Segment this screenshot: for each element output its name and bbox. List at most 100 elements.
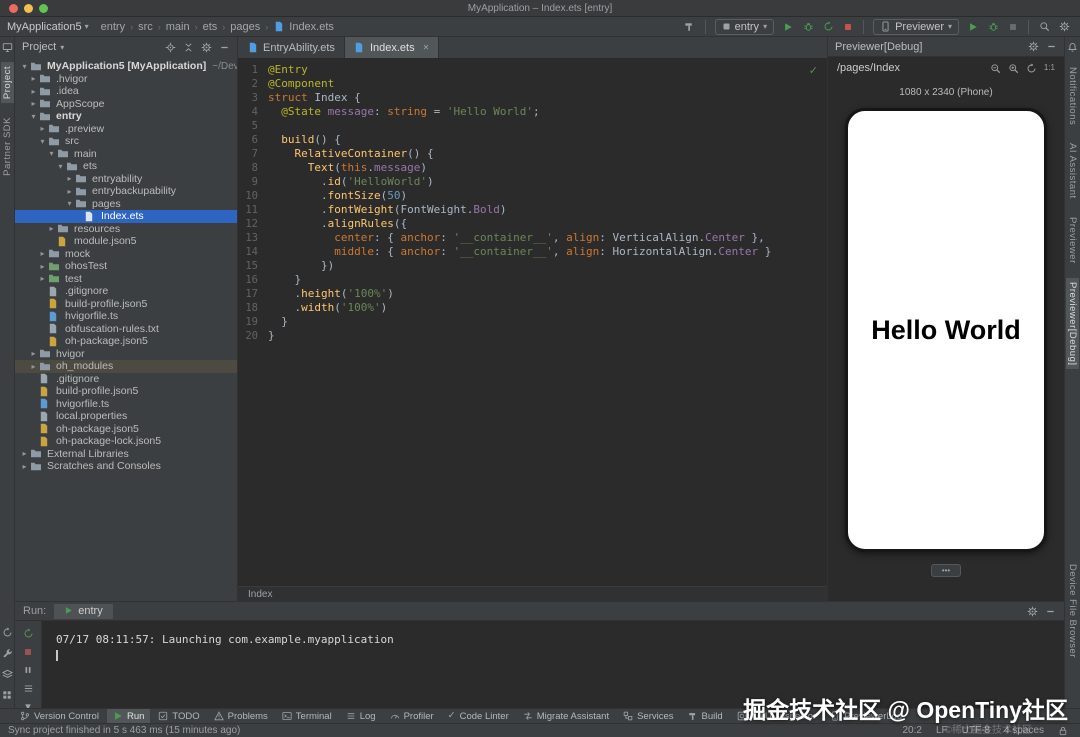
restart-app-button[interactable] (819, 18, 837, 36)
previewer-settings-icon[interactable] (1028, 41, 1039, 52)
code-text[interactable]: .width('100%') (268, 301, 387, 315)
run-tab-entry[interactable]: entry (54, 603, 113, 619)
wrench-icon[interactable] (2, 648, 13, 659)
chevron-right-icon[interactable]: ▸ (37, 249, 48, 258)
tree-item-idea[interactable]: ▸ .idea (15, 85, 237, 98)
fullscreen-window-button[interactable] (39, 4, 48, 13)
code-line-18[interactable]: 18 .width('100%') (238, 301, 827, 315)
project-tool-icon[interactable] (2, 42, 13, 53)
chevron-right-icon[interactable]: ▸ (28, 362, 39, 371)
run-button[interactable] (779, 18, 797, 36)
hide-run-icon[interactable] (1045, 606, 1056, 617)
run-console[interactable]: 07/17 08:11:57: Launching com.example.my… (42, 621, 1064, 708)
chevron-right-icon[interactable]: ▸ (37, 124, 48, 133)
code-text[interactable]: .alignRules({ (268, 217, 407, 231)
sync-icon[interactable] (2, 627, 13, 638)
chevron-down-icon[interactable]: ▾ (37, 137, 48, 146)
code-line-9[interactable]: 9 .id('HelloWorld') (238, 175, 827, 189)
search-everywhere-button[interactable] (1035, 18, 1053, 36)
tree-item-entrybackupability[interactable]: ▸ entrybackupability (15, 185, 237, 198)
line-number[interactable]: 12 (238, 217, 268, 231)
tool-strip-ai-assistant[interactable]: AI Assistant (1066, 139, 1079, 203)
status-caret-position[interactable]: 20:2 (902, 725, 921, 736)
tree-item-scratches-and-consoles[interactable]: ▸ Scratches and Consoles (15, 460, 237, 473)
code-text[interactable]: center: { anchor: '__container__', align… (268, 231, 765, 245)
breadcrumb-item-pages[interactable]: pages (230, 21, 260, 33)
tree-item-src[interactable]: ▾ src (15, 135, 237, 148)
tree-item-myapplication5-myapplication[interactable]: ▾ MyApplication5 [MyApplication] ~/DevEcoS… (15, 60, 237, 73)
line-number[interactable]: 16 (238, 273, 268, 287)
line-number[interactable]: 19 (238, 315, 268, 329)
line-number[interactable]: 17 (238, 287, 268, 301)
chevron-right-icon[interactable]: ▸ (28, 99, 39, 108)
chevron-right-icon[interactable]: ▸ (46, 224, 57, 233)
code-text[interactable]: .fontSize(50) (268, 189, 407, 203)
run-config-selector[interactable]: entry ▾ (714, 18, 775, 35)
structure-icon[interactable] (1, 669, 13, 680)
chevron-right-icon[interactable]: ▸ (28, 349, 39, 358)
breadcrumb-item-src[interactable]: src (138, 21, 153, 33)
code-text[interactable]: @State message: string = 'Hello World'; (268, 105, 539, 119)
tree-item-external-libraries[interactable]: ▸ External Libraries (15, 448, 237, 461)
breadcrumb-item-ets[interactable]: ets (203, 21, 218, 33)
code-line-14[interactable]: 14 middle: { anchor: '__container__', al… (238, 245, 827, 259)
breadcrumb-item-index-ets[interactable]: Index.ets (289, 21, 334, 33)
tree-item-local-properties[interactable]: local.properties (15, 410, 237, 423)
status-indent-style[interactable]: 4 spaces (1004, 725, 1044, 736)
tree-item-hvigor[interactable]: ▸ hvigor (15, 348, 237, 361)
code-line-10[interactable]: 10 .fontSize(50) (238, 189, 827, 203)
chevron-right-icon[interactable]: ▸ (28, 87, 39, 96)
line-number[interactable]: 13 (238, 231, 268, 245)
code-line-4[interactable]: 4 @State message: string = 'Hello World'… (238, 105, 827, 119)
line-number[interactable]: 3 (238, 91, 268, 105)
tool-strip-notifications[interactable]: Notifications (1066, 63, 1079, 129)
chevron-down-icon[interactable]: ▾ (55, 162, 66, 171)
code-text[interactable]: middle: { anchor: '__container__', align… (268, 245, 771, 259)
tree-item-pages[interactable]: ▾ pages (15, 198, 237, 211)
toolwindow-button-profiler[interactable]: Profiler (384, 709, 440, 723)
hide-previewer-icon[interactable] (1046, 41, 1057, 52)
line-number[interactable]: 2 (238, 77, 268, 91)
preview-stop-button[interactable] (1004, 18, 1022, 36)
code-line-8[interactable]: 8 Text(this.message) (238, 161, 827, 175)
line-number[interactable]: 7 (238, 147, 268, 161)
toolwindow-button-previewerlog[interactable]: PreviewerLog (824, 709, 908, 723)
line-number[interactable]: 18 (238, 301, 268, 315)
toolwindow-button-code-linter[interactable]: ✓ Code Linter (442, 709, 515, 723)
code-area[interactable]: 1 @Entry 2 @Component 3 struct Index {4 @Stat… (238, 59, 827, 586)
toolwindow-button-problems[interactable]: Problems (208, 709, 274, 723)
code-line-12[interactable]: 12 .alignRules({ (238, 217, 827, 231)
tree-item-obfuscation-rules-txt[interactable]: obfuscation-rules.txt (15, 323, 237, 336)
code-line-15[interactable]: 15 }) (238, 259, 827, 273)
code-text[interactable]: Text(this.message) (268, 161, 427, 175)
tool-strip-device-file-browser[interactable]: Device File Browser (1066, 560, 1079, 662)
code-line-16[interactable]: 16 } (238, 273, 827, 287)
close-window-button[interactable] (9, 4, 18, 13)
notifications-bell-icon[interactable] (1067, 42, 1078, 53)
chevron-down-icon[interactable]: ▾ (64, 199, 75, 208)
tree-item-mock[interactable]: ▸ mock (15, 248, 237, 261)
one-to-one-icon[interactable]: 1:1 (1044, 64, 1055, 72)
tree-item-test[interactable]: ▸ test (15, 273, 237, 286)
device-selector[interactable]: Previewer ▾ (873, 18, 959, 35)
chevron-right-icon[interactable]: ▸ (19, 449, 30, 458)
tree-item-module-json5[interactable]: module.json5 (15, 235, 237, 248)
toolwindow-button-version-control[interactable]: Version Control (14, 709, 105, 723)
code-line-19[interactable]: 19 } (238, 315, 827, 329)
line-number[interactable]: 5 (238, 119, 268, 133)
chevron-right-icon[interactable]: ▸ (37, 262, 48, 271)
chevron-right-icon[interactable]: ▸ (64, 187, 75, 196)
rerun-icon[interactable] (23, 628, 34, 639)
code-line-13[interactable]: 13 center: { anchor: '__container__', al… (238, 231, 827, 245)
chevron-right-icon[interactable]: ▸ (19, 462, 30, 471)
inspections-ok-icon[interactable]: ✓ (809, 64, 818, 77)
line-number[interactable]: 9 (238, 175, 268, 189)
code-line-11[interactable]: 11 .fontWeight(FontWeight.Bold) (238, 203, 827, 217)
locate-icon[interactable] (165, 42, 176, 53)
toolwindow-button-terminal[interactable]: Terminal (276, 709, 338, 723)
line-number[interactable]: 14 (238, 245, 268, 259)
tree-item-gitignore[interactable]: .gitignore (15, 285, 237, 298)
code-text[interactable]: struct Index { (268, 91, 361, 105)
tree-item-oh-package-lock-json5[interactable]: oh-package-lock.json5 (15, 435, 237, 448)
tree-item-build-profile-json5[interactable]: build-profile.json5 (15, 298, 237, 311)
